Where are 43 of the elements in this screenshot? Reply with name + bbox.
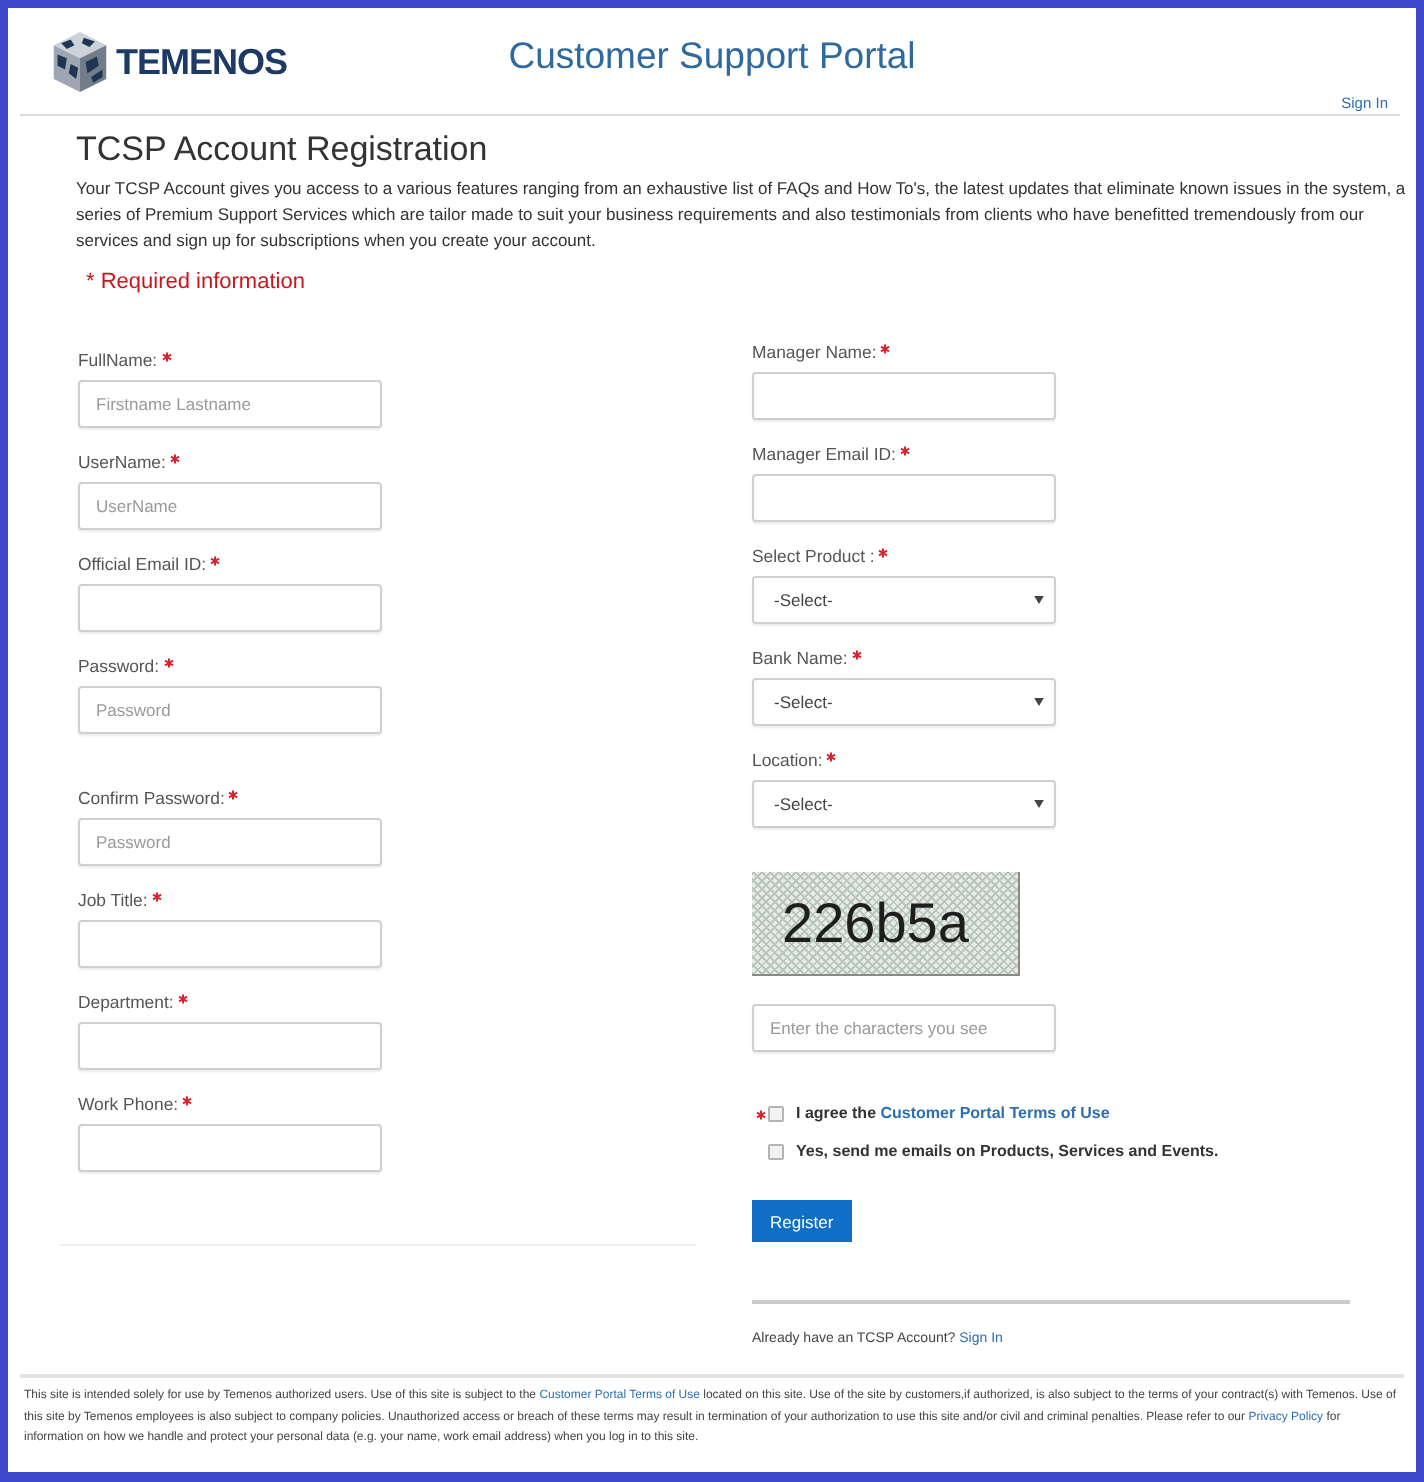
input-field[interactable]: Firstname Lastname [78,380,382,428]
field-label: Department: [78,990,174,1016]
field-label: FullName: [78,348,158,374]
checkbox-label: Yes, send me emails on Products, Services and Events. [796,1140,1219,1164]
cube-logo-icon [50,28,110,96]
field-label: Confirm Password: [78,786,225,812]
checkbox[interactable] [768,1143,784,1159]
select-field[interactable]: -Select- [752,576,1056,624]
caret-icon [1034,596,1044,604]
input-field[interactable] [78,584,382,632]
field-label: Location: [752,748,823,774]
field-label: Manager Name: [752,340,877,366]
captcha-image: 226b5a [752,872,1020,976]
field-label: Work Phone: [78,1092,179,1118]
caret-icon [1034,698,1044,706]
page-title: TCSP Account Registration [76,128,490,172]
field-label: Password: [78,654,160,680]
input-field[interactable]: UserName [78,482,382,530]
field-label: Manager Email ID: [752,442,896,468]
field-label: Official Email ID: [78,552,207,578]
checkbox-label: I agree the Customer Portal Terms of Use [796,1102,1110,1126]
input-field[interactable] [752,474,1056,522]
required-note: * Required information [84,268,307,298]
field-label: Select Product : [752,544,875,570]
input-field[interactable]: Password [78,818,382,866]
input-field[interactable] [752,372,1056,420]
register-button[interactable]: Register [752,1200,852,1242]
portal-title: Customer Support Portal [508,34,916,78]
captcha-field[interactable]: Enter the characters you see [752,1004,1056,1052]
brand-name: TEMENOS [116,40,288,84]
intro-text: Your TCSP Account gives you access to a various features ranging from an exhaustive list of FAQs and How To's, the latest updates that eliminate known issues in the system, a series of Premium Support Services which are tailor made to suit your business requirements and also testimonials from clients who have benefitted tremendously from our services and sign up for subscriptions when you create your account. [76,176,1408,254]
input-field[interactable] [78,1022,382,1070]
input-field[interactable] [78,1124,382,1172]
field-label: UserName: [78,450,166,476]
field-label: Bank Name: [752,646,848,672]
checkbox[interactable] [768,1105,784,1121]
field-label: Job Title: [78,888,148,914]
input-field[interactable]: Password [78,686,382,734]
terms-link[interactable]: Customer Portal Terms of Use [880,1104,1110,1122]
select-field[interactable]: -Select- [752,678,1056,726]
input-field[interactable] [78,920,382,968]
select-field[interactable]: -Select- [752,780,1056,828]
caret-icon [1034,800,1044,808]
